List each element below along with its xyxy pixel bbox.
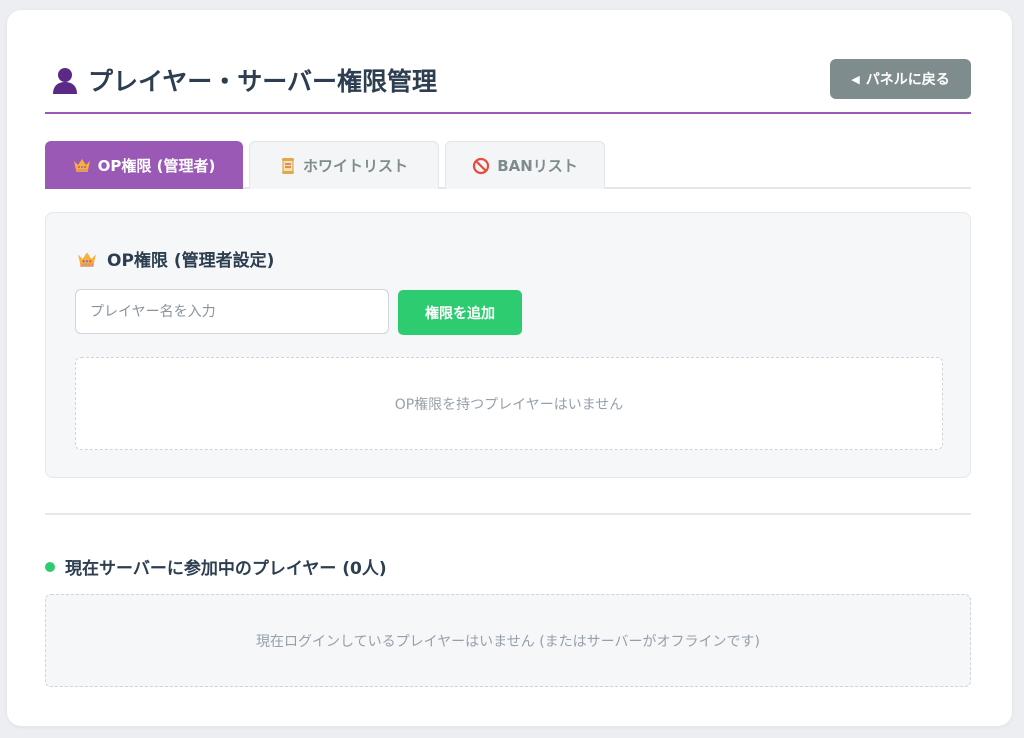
crown-icon [77, 250, 97, 268]
tab-banlist-label: BANリスト [497, 157, 578, 175]
page-title: プレイヤー・サーバー権限管理 [50, 62, 437, 98]
online-players-empty-state: 現在ログインしているプレイヤーはいません (またはサーバーがオフラインです) [45, 594, 971, 687]
tab-whitelist-label: ホワイトリスト [302, 157, 408, 175]
triangle-left-icon: ◀ [851, 72, 860, 86]
online-status-dot-icon [45, 561, 55, 572]
online-players-title-text: 現在サーバーに参加中のプレイヤー (0人) [65, 559, 387, 579]
crown-icon [73, 157, 91, 173]
online-players-title: 現在サーバーに参加中のプレイヤー (0人) [45, 554, 387, 579]
op-panel: OP権限 (管理者設定) 権限を追加 OP権限を持つプレイヤーはいません [45, 212, 971, 478]
tab-whitelist[interactable]: ホワイトリスト [249, 141, 439, 189]
tab-banlist[interactable]: BANリスト [445, 141, 605, 189]
op-panel-title-text: OP権限 (管理者設定) [107, 251, 275, 271]
op-empty-message: OP権限を持つプレイヤーはいません [394, 396, 624, 413]
op-panel-title: OP権限 (管理者設定) [77, 246, 274, 271]
add-permission-button[interactable]: 権限を追加 [398, 290, 522, 335]
back-to-panel-button[interactable]: ◀ パネルに戻る [830, 59, 971, 99]
permission-tabs: OP権限 (管理者) ホワイトリスト BANリスト [45, 141, 971, 189]
section-divider [45, 513, 971, 515]
scroll-icon [280, 157, 296, 175]
back-button-label: パネルに戻る [865, 72, 950, 88]
online-empty-message: 現在ログインしているプレイヤーはいません (またはサーバーがオフラインです) [256, 633, 760, 650]
page-title-text: プレイヤー・サーバー権限管理 [88, 67, 438, 96]
player-name-input[interactable] [75, 289, 389, 334]
prohibited-icon [472, 157, 490, 175]
op-list-empty-state: OP権限を持つプレイヤーはいません [75, 357, 943, 450]
tab-op-label: OP権限 (管理者) [97, 156, 216, 175]
tab-op[interactable]: OP権限 (管理者) [45, 141, 243, 189]
page-header: プレイヤー・サーバー権限管理 ◀ パネルに戻る [45, 48, 971, 114]
main-card: プレイヤー・サーバー権限管理 ◀ パネルに戻る OP権限 (管理者) ホワイトリ… [7, 10, 1012, 726]
user-icon [50, 65, 80, 95]
